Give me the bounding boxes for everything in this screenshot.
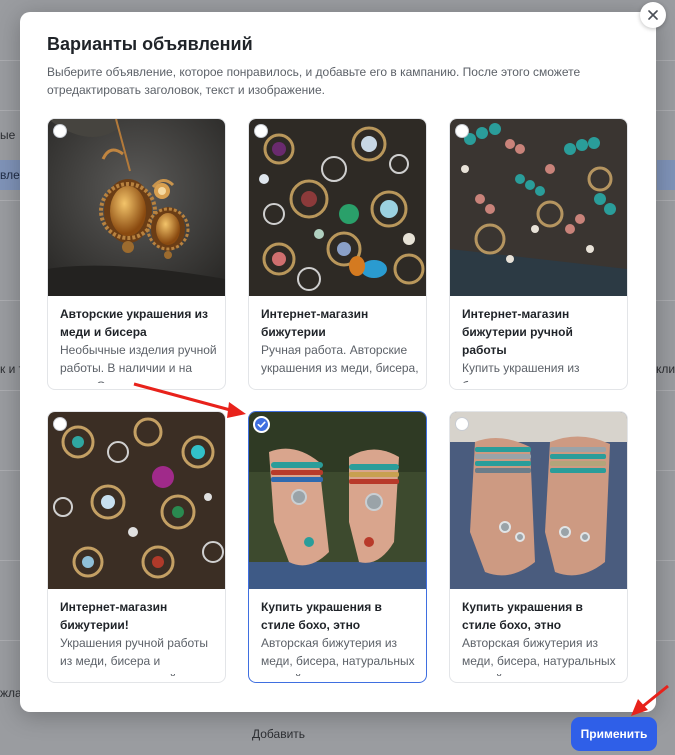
background-text: жла: [0, 686, 22, 700]
card-text: Авторская бижутерия из меди, бисера, нат…: [261, 636, 415, 676]
background-selected-row-right: [657, 160, 675, 190]
checkmark-icon: [257, 421, 266, 428]
background-text: кли: [656, 362, 675, 376]
ad-variant-card[interactable]: Интернет-магазин бижутерии ручной работы…: [449, 118, 628, 390]
close-button[interactable]: [640, 2, 666, 28]
ad-variant-card[interactable]: Интернет-магазин бижутерии! Украшения ру…: [47, 411, 226, 683]
background-text: ые: [0, 128, 16, 142]
ad-image-gemstone-jewelry: [249, 119, 426, 296]
card-title: Интернет-магазин бижутерии: [261, 307, 369, 339]
card-radio-button-checked[interactable]: [253, 416, 270, 433]
ad-image-boho-bracelets: [249, 412, 426, 589]
ad-image-turquoise-beads: [450, 119, 627, 296]
card-title: Купить украшения в стиле бохо, этно: [261, 600, 382, 632]
card-text: Купить украшения из бисера, меди, натура…: [462, 361, 616, 383]
close-icon: [648, 10, 658, 20]
apply-button[interactable]: Применить: [571, 717, 657, 751]
ad-variant-card[interactable]: Купить украшения в стиле бохо, этно Авто…: [449, 411, 628, 683]
ad-variant-card[interactable]: Интернет-магазин бижутерии Ручная работа…: [248, 118, 427, 390]
card-title: Интернет-магазин бижутерии ручной работы: [462, 307, 573, 357]
card-title: Интернет-магазин бижутерии!: [60, 600, 168, 632]
dialog-description: Выберите объявление, которое понравилось…: [47, 65, 581, 97]
card-radio-button[interactable]: [53, 124, 67, 138]
card-text: Необычные изделия ручной работы. В налич…: [60, 343, 217, 383]
ad-variant-card-selected[interactable]: Купить украшения в стиле бохо, этно Авто…: [248, 411, 427, 683]
card-text: Ручная работа. Авторские украшения из ме…: [261, 343, 419, 383]
card-radio-button[interactable]: [53, 417, 67, 431]
ad-image-turquoise-bracelets: [450, 412, 627, 589]
ad-variants-dialog: Варианты объявлений Выберите объявление,…: [20, 12, 656, 712]
add-button[interactable]: Добавить: [252, 727, 305, 741]
ad-variant-card[interactable]: Авторские украшения из меди и бисера Нео…: [47, 118, 226, 390]
background-text: вле: [0, 168, 20, 182]
card-text: Украшения ручной работы из меди, бисера …: [60, 636, 209, 676]
card-title: Купить украшения в стиле бохо, этно: [462, 600, 583, 632]
ad-image-gemstone-rings: [48, 412, 225, 589]
card-radio-button[interactable]: [455, 417, 469, 431]
card-radio-button[interactable]: [254, 124, 268, 138]
card-radio-button[interactable]: [455, 124, 469, 138]
card-text: Авторская бижутерия из меди, бисера, нат…: [462, 636, 616, 676]
ad-image-copper-earrings: [48, 119, 225, 296]
card-title: Авторские украшения из меди и бисера: [60, 307, 208, 339]
dialog-title: Варианты объявлений: [47, 34, 253, 54]
